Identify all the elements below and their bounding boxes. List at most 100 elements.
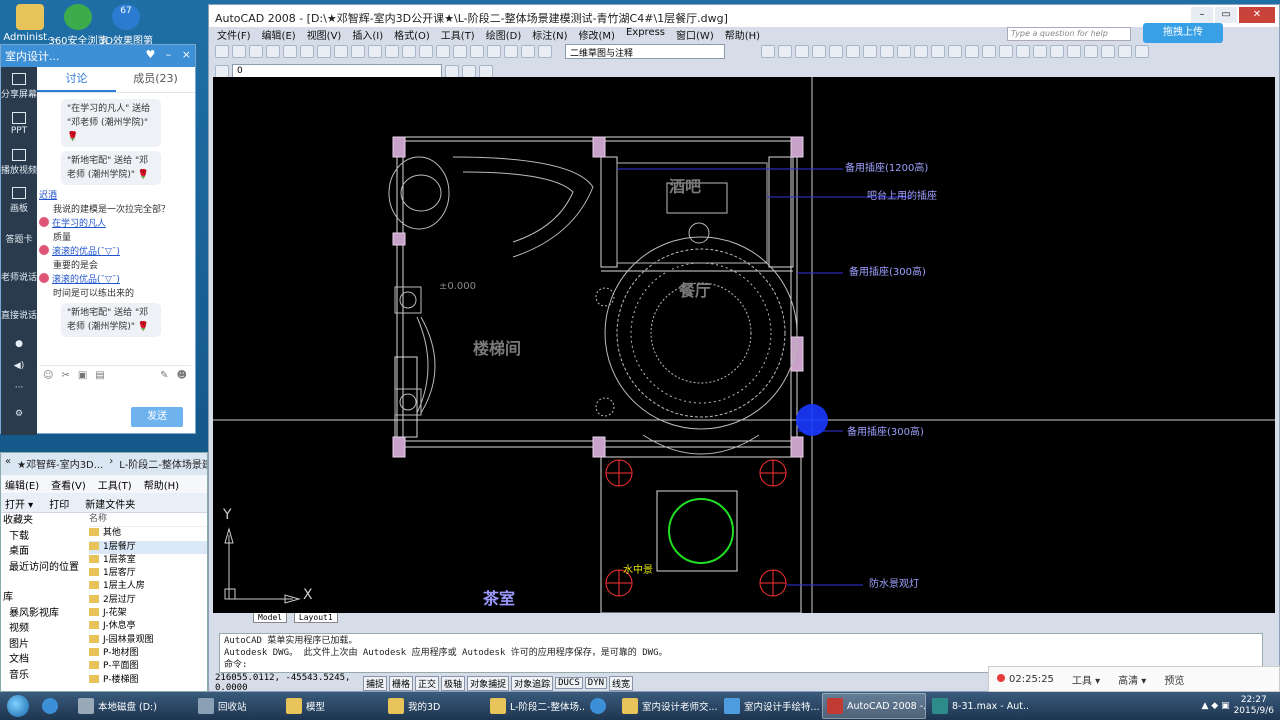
design-center-icon[interactable]	[487, 44, 501, 58]
file-item[interactable]: J-园林景观图	[89, 634, 207, 647]
tool-icon[interactable]	[948, 44, 962, 58]
upload-button[interactable]: 拖拽上传	[1143, 23, 1223, 43]
whiteboard-button[interactable]: 画板	[1, 181, 37, 219]
redo-icon[interactable]	[385, 44, 399, 58]
tool-icon[interactable]	[1016, 44, 1030, 58]
taskbar-item-stage2[interactable]: L-阶段二-整体场...	[486, 693, 584, 719]
pan-icon[interactable]	[402, 44, 416, 58]
tool-icon[interactable]	[1118, 44, 1132, 58]
nav-videos[interactable]: 视频	[3, 621, 83, 637]
taskbar-item-recycle[interactable]: 回收站	[194, 693, 280, 719]
menu-format[interactable]: 格式(O)	[394, 27, 430, 42]
undo-icon[interactable]	[368, 44, 382, 58]
taskbar-item-3dsmax[interactable]: 8-31.max - Aut...	[928, 693, 1028, 719]
sender-name[interactable]: 滚滚的优品(¯▽¯)	[52, 247, 120, 257]
nav-desktop[interactable]: 桌面	[3, 544, 83, 560]
file-item[interactable]: J-花架	[89, 607, 207, 620]
new-folder-button[interactable]: 新建文件夹	[85, 496, 135, 511]
help-search-input[interactable]: Type a question for help	[1007, 27, 1131, 41]
taskbar-ie[interactable]	[38, 693, 72, 719]
menu-view[interactable]: 查看(V)	[51, 477, 86, 492]
tool-icon[interactable]	[863, 44, 877, 58]
mic-icon[interactable]: ●	[1, 333, 37, 355]
minimize-button[interactable]: –	[1191, 7, 1213, 23]
menu-window[interactable]: 窗口(W)	[676, 27, 714, 42]
nav-libraries[interactable]: 库	[3, 590, 83, 606]
toggle-osnap[interactable]: 对象捕捉	[467, 675, 510, 691]
zoom-icon[interactable]	[419, 44, 433, 58]
open-button[interactable]: 打开 ▾	[5, 496, 33, 511]
file-item[interactable]: 1层茶室	[89, 554, 207, 567]
nav-pictures[interactable]: 图片	[3, 637, 83, 653]
cut-icon[interactable]	[300, 44, 314, 58]
menu-insert[interactable]: 插入(I)	[352, 27, 383, 42]
file-item[interactable]: J-休息亭	[89, 620, 207, 633]
tool-icon[interactable]	[931, 44, 945, 58]
maximize-button[interactable]: ▭	[1215, 7, 1237, 23]
layer-current-icon[interactable]	[445, 64, 459, 78]
tool-icon[interactable]	[982, 44, 996, 58]
tab-discussion[interactable]: 讨论	[37, 67, 116, 92]
tools-dropdown[interactable]: 工具 ▾	[1072, 672, 1100, 687]
tab-model[interactable]: Model	[253, 613, 288, 623]
file-item[interactable]: P-楼梯图	[89, 674, 207, 687]
drawing-canvas[interactable]: 酒吧 餐厅 楼梯间 茶室 ±0.000 备用插座(1200高) 吧台上用的插座 …	[213, 77, 1275, 613]
file-item[interactable]: 2层过厅	[89, 594, 207, 607]
tool-icon[interactable]	[846, 44, 860, 58]
open-icon[interactable]	[232, 44, 246, 58]
help-icon[interactable]	[538, 44, 552, 58]
speaker-icon[interactable]: ◀)	[1, 355, 37, 377]
layer-prev-icon[interactable]	[462, 64, 476, 78]
nav-downloads[interactable]: 下载	[3, 529, 83, 545]
settings-icon[interactable]: ⚙	[1, 399, 37, 429]
tool-icon[interactable]	[1050, 44, 1064, 58]
menu-tools[interactable]: 工具(T)	[98, 477, 132, 492]
file-item[interactable]: 1层客厅	[89, 567, 207, 580]
taskbar-item-disk[interactable]: 本地磁盘 (D:)	[74, 693, 192, 719]
toggle-snap[interactable]: 捕捉	[363, 675, 388, 691]
taskbar-item-my3d[interactable]: 我的3D	[384, 693, 484, 719]
match-icon[interactable]	[351, 44, 365, 58]
tab-layout1[interactable]: Layout1	[293, 613, 338, 623]
members-icon[interactable]: ☻	[177, 370, 187, 381]
file-item[interactable]: 其他	[89, 527, 207, 540]
file-item[interactable]: 1层主人房	[89, 580, 207, 593]
tool-icon[interactable]	[1101, 44, 1115, 58]
menu-help[interactable]: 帮助(H)	[725, 27, 760, 42]
toggle-lineweight[interactable]: 线宽	[609, 675, 634, 691]
sender-name[interactable]: 滚滚的优品(¯▽¯)	[52, 275, 120, 285]
toggle-grid[interactable]: 栅格	[389, 675, 414, 691]
sender-name[interactable]: 在学习的凡人	[52, 219, 106, 229]
tool-icon[interactable]	[897, 44, 911, 58]
zoom-window-icon[interactable]	[436, 44, 450, 58]
toggle-ducs[interactable]: DUCS	[555, 677, 583, 689]
preview-button[interactable]: 预览	[1164, 672, 1184, 687]
quiz-card-button[interactable]: 答题卡	[1, 219, 37, 257]
address-bar[interactable]: « ★邓智辉-室内3D... › L-阶段二-整体场景建	[1, 453, 207, 475]
workspace-select[interactable]: 二维草图与注释	[565, 43, 725, 59]
toggle-ortho[interactable]: 正交	[415, 675, 440, 691]
teacher-speak-button[interactable]: 老师说话	[1, 257, 37, 295]
nav-music[interactable]: 音乐	[3, 668, 83, 684]
emoji-icon[interactable]: ☺	[43, 370, 53, 381]
image-icon[interactable]: ▣	[78, 370, 87, 381]
preview-icon[interactable]	[283, 44, 297, 58]
menu-edit[interactable]: 编辑(E)	[5, 477, 39, 492]
file-item[interactable]: P-地材图	[89, 647, 207, 660]
layer-state-icon[interactable]	[479, 64, 493, 78]
print-icon[interactable]	[266, 44, 280, 58]
toggle-otrack[interactable]: 对象追踪	[511, 675, 554, 691]
menu-help[interactable]: 帮助(H)	[144, 477, 179, 492]
quality-dropdown[interactable]: 高清 ▾	[1118, 672, 1146, 687]
copy-icon[interactable]	[317, 44, 331, 58]
paste-icon[interactable]	[334, 44, 348, 58]
menu-express[interactable]: Express	[626, 27, 665, 41]
new-icon[interactable]	[215, 44, 229, 58]
more-icon[interactable]: ···	[1, 377, 37, 399]
taskbar-item-handdraw[interactable]: 室内设计手绘特...	[720, 693, 820, 719]
taskbar-item-browser[interactable]	[586, 693, 616, 719]
ppt-button[interactable]: PPT	[1, 105, 37, 143]
menu-draw[interactable]: 绘图(D)	[486, 27, 522, 42]
tool-icon[interactable]	[880, 44, 894, 58]
tool-icon[interactable]	[1084, 44, 1098, 58]
